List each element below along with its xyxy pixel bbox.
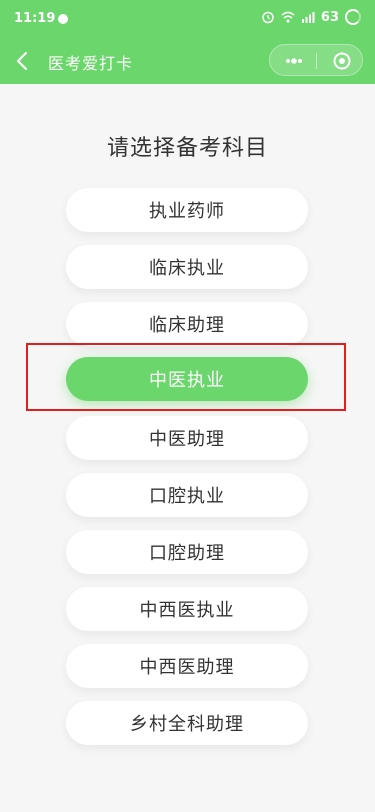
battery-level: 63 (320, 9, 339, 25)
status-icons: 63 (261, 9, 361, 25)
page-title: 医考爱打卡 (48, 54, 134, 73)
signal-icon (301, 12, 315, 23)
subject-option-rural-general-assistant[interactable]: 乡村全科助理 (66, 701, 308, 745)
alarm-icon (262, 11, 274, 24)
subject-option-clinical-practitioner[interactable]: 临床执业 (66, 245, 308, 289)
battery-icon (345, 9, 361, 25)
more-dots-icon[interactable] (280, 51, 308, 71)
status-bar: 11:19 63 (0, 0, 375, 38)
subject-option-clinical-assistant[interactable]: 临床助理 (66, 302, 308, 346)
select-subject-heading: 请选择备考科目 (106, 136, 268, 161)
mini-program-capsule (269, 44, 363, 76)
nav-bar: 医考爱打卡 (0, 38, 375, 84)
capsule-divider (316, 53, 317, 69)
close-target-icon[interactable] (332, 51, 352, 71)
subject-option-pharmacist[interactable]: 执业药师 (66, 188, 308, 232)
wifi-icon (281, 11, 295, 23)
notification-dot-icon (58, 14, 68, 24)
subject-option-tcm-assistant[interactable]: 中医助理 (66, 416, 308, 460)
subject-option-integrated-assistant[interactable]: 中西医助理 (66, 644, 308, 688)
subject-option-dental-practitioner[interactable]: 口腔执业 (66, 473, 308, 517)
subject-option-dental-assistant[interactable]: 口腔助理 (66, 530, 308, 574)
status-time: 11:19 (14, 11, 56, 26)
subject-option-integrated-practitioner[interactable]: 中西医执业 (66, 587, 308, 631)
selection-highlight-box (26, 343, 346, 411)
back-arrow-icon[interactable] (10, 48, 36, 74)
